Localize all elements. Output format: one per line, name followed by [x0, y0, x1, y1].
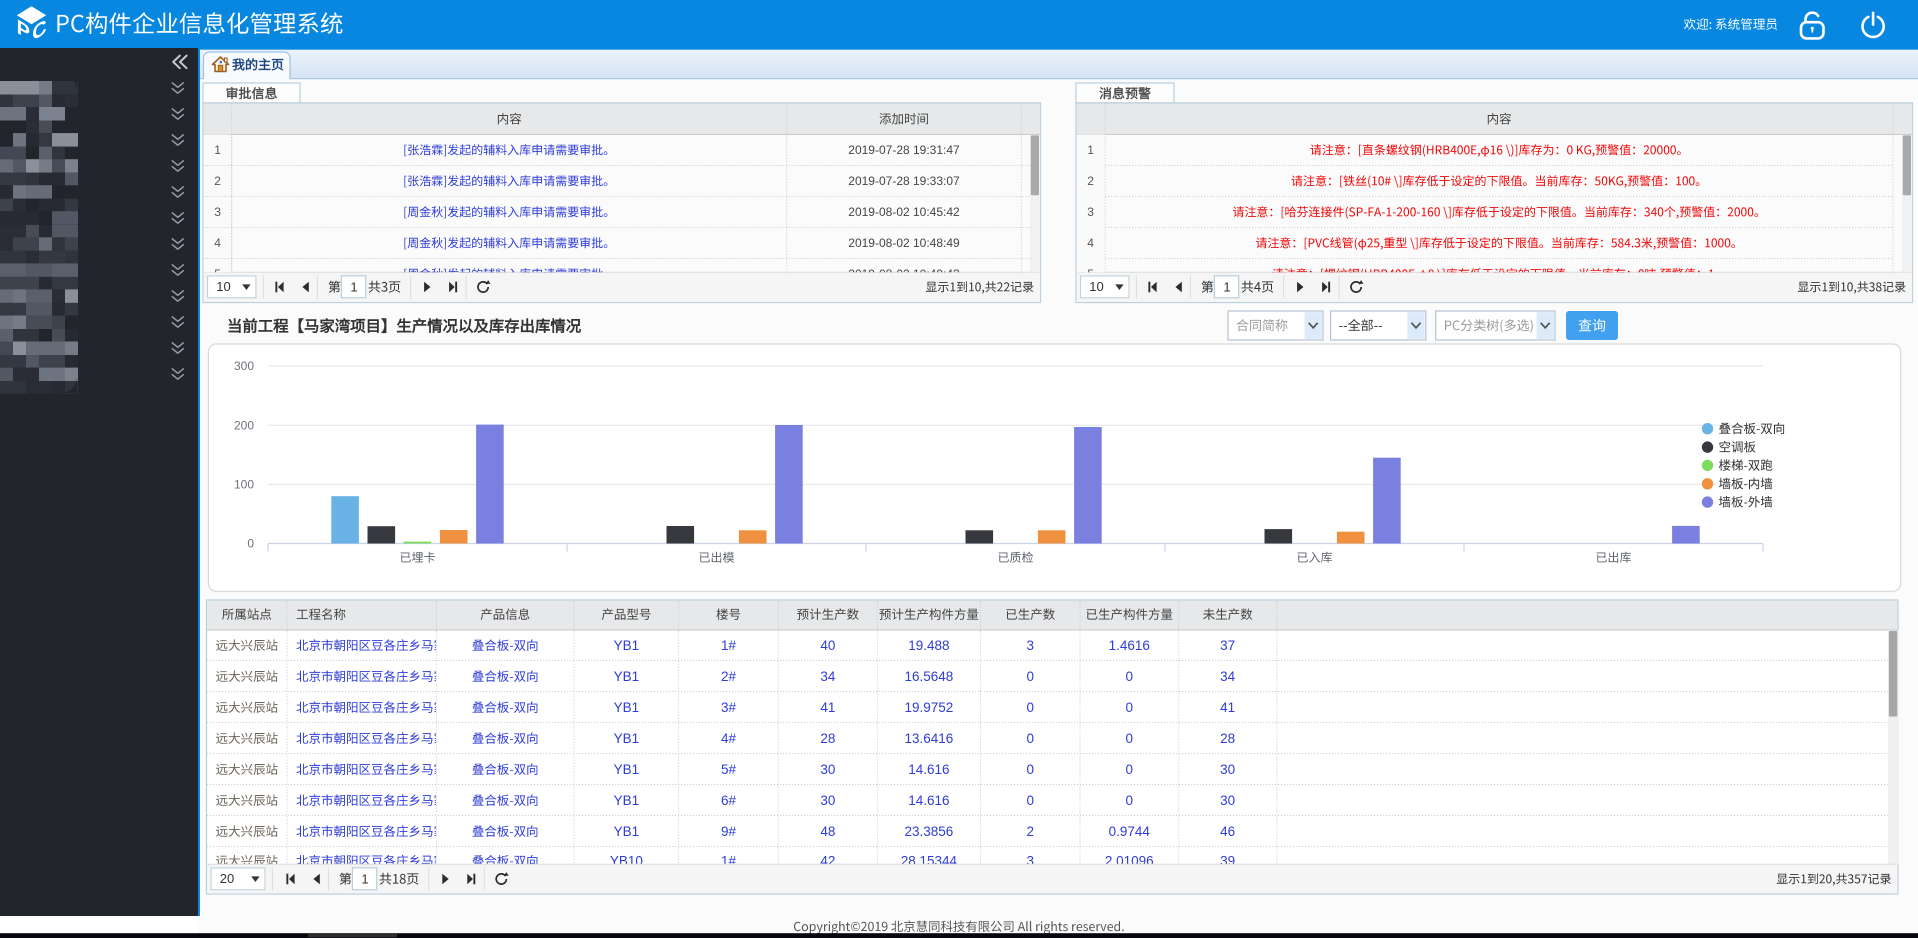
- svg-text:30: 30: [1220, 793, 1235, 808]
- svg-text:1: 1: [361, 872, 368, 887]
- svg-text:2: 2: [214, 174, 221, 188]
- svg-text:0: 0: [1126, 700, 1134, 715]
- svg-text:10: 10: [216, 279, 230, 294]
- svg-text:20: 20: [220, 871, 234, 886]
- svg-text:300: 300: [234, 359, 254, 373]
- svg-text:1: 1: [350, 280, 357, 295]
- svg-text:19.9752: 19.9752: [904, 700, 953, 715]
- svg-text:0: 0: [1126, 762, 1134, 777]
- svg-text:1: 1: [1087, 143, 1094, 157]
- svg-text:14.616: 14.616: [908, 762, 949, 777]
- svg-text:34: 34: [820, 669, 836, 684]
- svg-text:13.6416: 13.6416: [904, 731, 953, 746]
- svg-text:16.5648: 16.5648: [904, 669, 953, 684]
- svg-text:0: 0: [1126, 793, 1134, 808]
- svg-text:30: 30: [820, 793, 835, 808]
- svg-text:2: 2: [1087, 174, 1094, 188]
- svg-text:5#: 5#: [721, 762, 737, 777]
- svg-text:3#: 3#: [721, 700, 737, 715]
- svg-text:1: 1: [1223, 280, 1230, 295]
- svg-text:1#: 1#: [721, 638, 737, 653]
- svg-text:0: 0: [1126, 669, 1134, 684]
- svg-text:YB1: YB1: [614, 638, 640, 653]
- svg-text:34: 34: [1220, 669, 1236, 684]
- svg-text:2019-07-28 19:33:07: 2019-07-28 19:33:07: [848, 174, 960, 188]
- svg-text:19.488: 19.488: [908, 638, 949, 653]
- svg-text:40: 40: [820, 638, 835, 653]
- svg-text:2019-07-28 19:31:47: 2019-07-28 19:31:47: [848, 143, 960, 157]
- svg-text:YB1: YB1: [614, 731, 640, 746]
- svg-text:9#: 9#: [721, 824, 737, 839]
- svg-text:1.4616: 1.4616: [1109, 638, 1150, 653]
- svg-text:4: 4: [214, 236, 221, 250]
- svg-text:0: 0: [1026, 669, 1034, 684]
- svg-text:46: 46: [1220, 824, 1235, 839]
- svg-text:YB1: YB1: [614, 669, 640, 684]
- svg-text:200: 200: [234, 418, 254, 432]
- svg-text:41: 41: [820, 700, 835, 715]
- svg-text:10: 10: [1089, 279, 1103, 294]
- svg-text:14.616: 14.616: [908, 793, 949, 808]
- svg-text:23.3856: 23.3856: [904, 824, 953, 839]
- svg-text:2#: 2#: [721, 669, 737, 684]
- svg-text:YB1: YB1: [614, 793, 640, 808]
- svg-text:2: 2: [1026, 824, 1034, 839]
- svg-text:30: 30: [820, 762, 835, 777]
- svg-text:100: 100: [234, 478, 254, 492]
- svg-text:2019-08-02 10:48:49: 2019-08-02 10:48:49: [848, 236, 960, 250]
- svg-text:0: 0: [1026, 762, 1034, 777]
- svg-text:3: 3: [214, 205, 221, 219]
- svg-text:48: 48: [820, 824, 835, 839]
- svg-text:28: 28: [820, 731, 835, 746]
- svg-text:YB1: YB1: [614, 824, 640, 839]
- svg-text:3: 3: [1026, 638, 1034, 653]
- svg-text:YB1: YB1: [614, 762, 640, 777]
- svg-text:37: 37: [1220, 638, 1235, 653]
- svg-text:0: 0: [1026, 731, 1034, 746]
- svg-text:3: 3: [1087, 205, 1094, 219]
- svg-text:0: 0: [1026, 793, 1034, 808]
- svg-text:0.9744: 0.9744: [1109, 824, 1151, 839]
- svg-text:41: 41: [1220, 700, 1235, 715]
- svg-text:0: 0: [1126, 731, 1134, 746]
- svg-text:YB1: YB1: [614, 700, 640, 715]
- svg-text:4#: 4#: [721, 731, 737, 746]
- svg-text:2019-08-02 10:45:42: 2019-08-02 10:45:42: [848, 205, 960, 219]
- svg-text:0: 0: [247, 537, 254, 551]
- svg-text:1: 1: [214, 143, 221, 157]
- svg-text:28: 28: [1220, 731, 1235, 746]
- svg-text:30: 30: [1220, 762, 1235, 777]
- svg-text:4: 4: [1087, 236, 1094, 250]
- svg-text:6#: 6#: [721, 793, 737, 808]
- svg-text:0: 0: [1026, 700, 1034, 715]
